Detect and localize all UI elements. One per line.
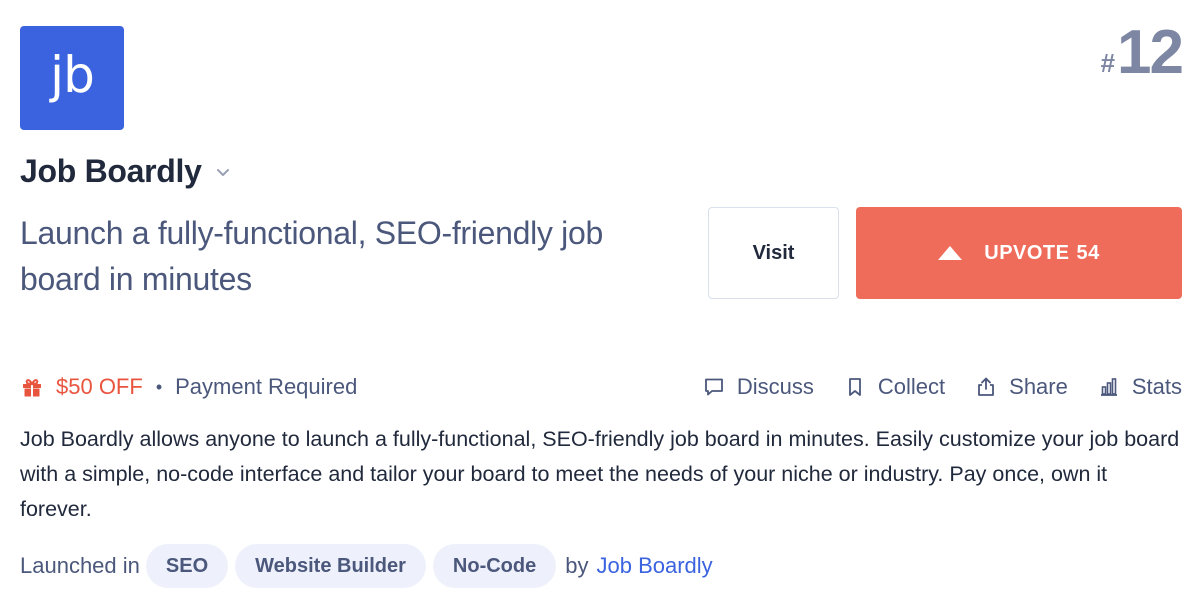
meta-separator: • bbox=[155, 376, 163, 397]
pricing-info: $50 OFF • Payment Required bbox=[20, 374, 357, 400]
launched-in-label: Launched in bbox=[20, 553, 140, 578]
discount-label[interactable]: $50 OFF bbox=[56, 374, 143, 400]
discuss-label: Discuss bbox=[736, 374, 814, 399]
pricing-label: Payment Required bbox=[175, 374, 358, 399]
stats-button[interactable]: Stats bbox=[1098, 374, 1182, 400]
product-name: Job Boardly bbox=[20, 153, 202, 189]
chevron-down-icon[interactable] bbox=[214, 163, 232, 181]
bookmark-icon bbox=[844, 376, 866, 398]
share-label: Share bbox=[1009, 374, 1068, 399]
rank-badge: # 12 bbox=[1100, 18, 1184, 87]
share-button[interactable]: Share bbox=[975, 374, 1068, 400]
action-bar: Discuss Collect Share Stats bbox=[703, 374, 1182, 400]
gift-icon bbox=[20, 375, 44, 399]
topic-tag-no-code[interactable]: No-Code bbox=[432, 544, 557, 588]
topic-tag-website-builder[interactable]: Website Builder bbox=[235, 544, 426, 588]
visit-button[interactable]: Visit bbox=[708, 207, 839, 299]
upvote-count: 54 bbox=[1076, 241, 1100, 264]
launched-info: Launched in SEO Website Builder No-Code … bbox=[20, 544, 713, 588]
product-description: Job Boardly allows anyone to launch a fu… bbox=[20, 427, 1180, 521]
product-tagline: Launch a fully-functional, SEO-friendly … bbox=[20, 215, 603, 297]
share-icon bbox=[975, 376, 997, 398]
product-logo[interactable]: jb bbox=[20, 26, 124, 130]
product-page: jb # 12 Job Boardly Launch a fully-funct… bbox=[0, 0, 1200, 615]
collect-button[interactable]: Collect bbox=[844, 374, 945, 400]
maker-link[interactable]: Job Boardly bbox=[597, 553, 713, 579]
product-name-row[interactable]: Job Boardly bbox=[20, 153, 232, 190]
topic-tag-seo[interactable]: SEO bbox=[145, 544, 229, 588]
rank-number: 12 bbox=[1117, 18, 1184, 87]
stats-icon bbox=[1098, 376, 1120, 398]
upvote-button[interactable]: UPVOTE 54 bbox=[856, 207, 1182, 299]
collect-label: Collect bbox=[877, 374, 946, 399]
rank-hash: # bbox=[1100, 48, 1116, 78]
stats-label: Stats bbox=[1131, 374, 1182, 399]
comment-icon bbox=[703, 376, 725, 398]
upvote-label: UPVOTE bbox=[984, 241, 1070, 264]
discuss-button[interactable]: Discuss bbox=[703, 374, 814, 400]
upvote-arrow-icon bbox=[938, 246, 963, 260]
logo-text: jb bbox=[50, 46, 95, 104]
by-label: by bbox=[565, 553, 589, 578]
